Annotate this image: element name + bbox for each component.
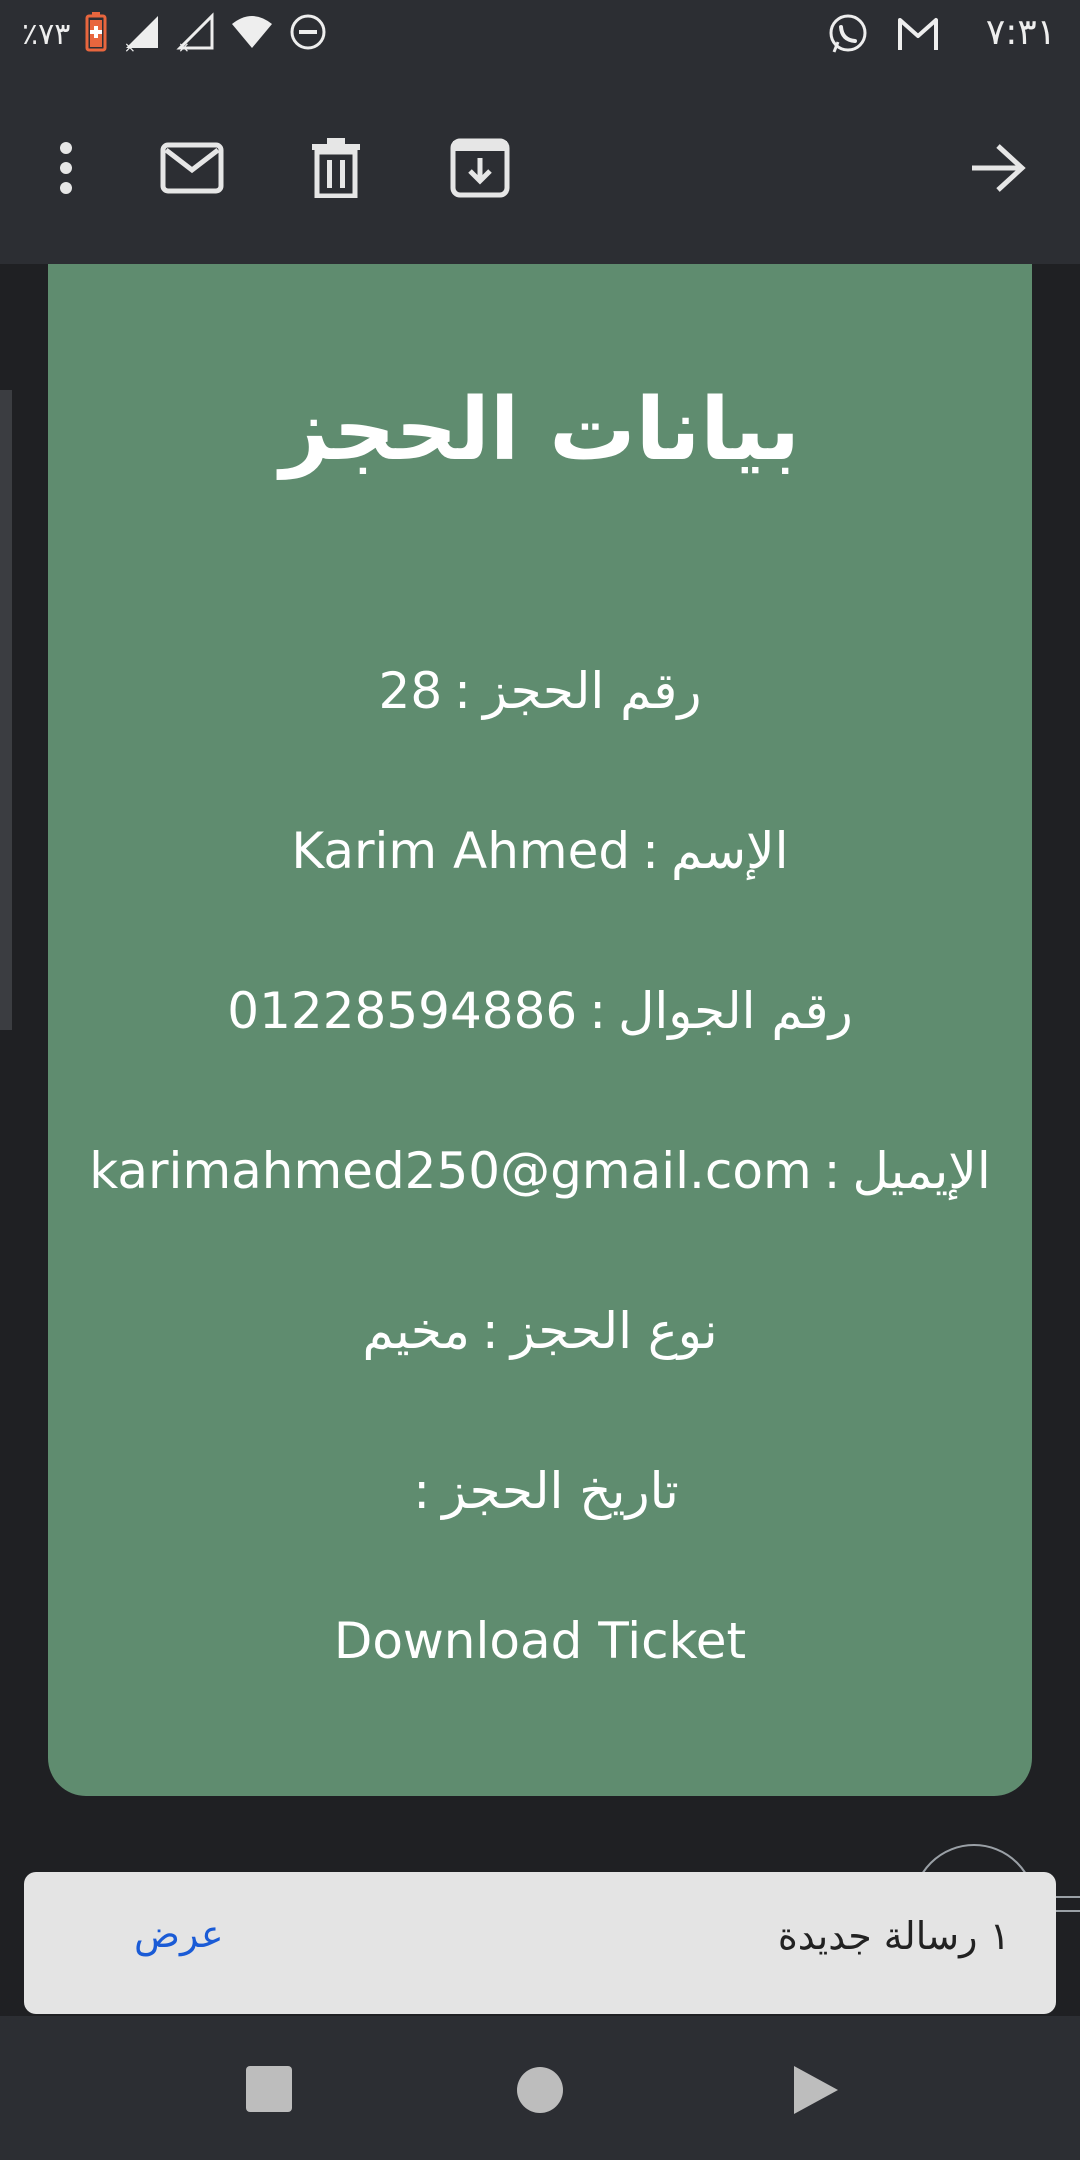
row-booking-date: تاريخ الحجز: — [413, 1462, 679, 1520]
signal-icon-2: × — [176, 12, 216, 56]
whatsapp-icon — [826, 12, 870, 60]
row-name: الإسم:Karim Ahmed — [291, 822, 789, 880]
wifi-icon — [230, 14, 274, 54]
row-booking-type: نوع الحجز:مخيم — [362, 1302, 718, 1360]
home-circle-icon[interactable] — [510, 2060, 570, 2120]
mail-icon[interactable] — [152, 128, 232, 208]
battery-percent: ٪٧٣ — [22, 16, 71, 52]
row-label: رقم الحجز — [483, 662, 702, 720]
row-email: الإيميل:karimahmed250@gmail.com — [89, 1142, 991, 1200]
back-triangle-icon[interactable] — [786, 2060, 846, 2120]
delete-icon[interactable] — [296, 128, 376, 208]
row-value: 28 — [378, 662, 443, 720]
battery-icon — [84, 12, 108, 56]
row-label: نوع الحجز — [510, 1302, 718, 1360]
gmail-icon — [896, 14, 940, 58]
row-label: تاريخ الحجز — [442, 1462, 679, 1520]
snackbar-view-button[interactable]: عرض — [134, 1912, 224, 1956]
snackbar-message: ١ رسالة جديدة — [777, 1914, 1010, 1958]
forward-arrow-icon[interactable] — [958, 128, 1038, 208]
row-value: مخيم — [362, 1302, 470, 1360]
edge-handle — [1054, 1896, 1080, 1898]
card-title: بيانات الحجز — [280, 380, 800, 480]
recents-square-icon[interactable] — [240, 2060, 300, 2120]
row-label: الإيميل — [852, 1142, 991, 1200]
row-phone: رقم الجوال:01228594886 — [227, 982, 853, 1040]
svg-text:×: × — [178, 40, 190, 52]
status-left: ٪٧٣ × × — [22, 12, 328, 56]
row-value: 01228594886 — [227, 982, 578, 1040]
row-value: karimahmed250@gmail.com — [89, 1142, 812, 1200]
signal-icon: × — [122, 12, 162, 56]
status-bar: ٪٧٣ × × ٧:٣١ — [0, 0, 1080, 72]
more-vert-icon[interactable] — [26, 128, 106, 208]
snackbar: ١ رسالة جديدة عرض — [24, 1872, 1056, 2014]
nav-bar — [0, 2016, 1080, 2160]
svg-text:×: × — [124, 40, 136, 52]
row-label: الإسم — [670, 822, 789, 880]
clock: ٧:٣١ — [985, 12, 1056, 53]
status-right-icons — [826, 12, 940, 60]
row-value: Karim Ahmed — [291, 822, 631, 880]
dnd-icon — [288, 12, 328, 56]
row-label: رقم الجوال — [618, 982, 853, 1040]
edge-handle — [1054, 1910, 1080, 1912]
row-booking-number: رقم الحجز:28 — [378, 662, 702, 720]
message-toolbar — [0, 72, 1080, 264]
archive-icon[interactable] — [440, 128, 520, 208]
download-ticket-link[interactable]: Download Ticket — [0, 1612, 1080, 1670]
